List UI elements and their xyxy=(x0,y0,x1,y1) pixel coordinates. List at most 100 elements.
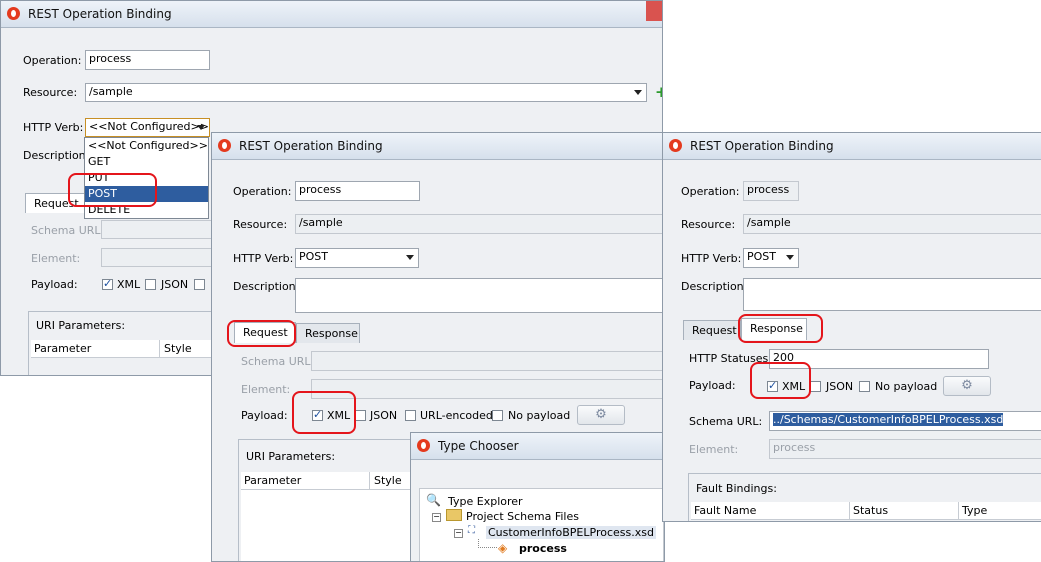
json-checkbox[interactable] xyxy=(145,279,156,290)
tab-request[interactable]: Request xyxy=(25,193,85,213)
json-label: JSON xyxy=(826,380,854,393)
no-payload-checkbox[interactable] xyxy=(492,410,503,421)
window-title: REST Operation Binding xyxy=(28,7,172,21)
tab-request-label: Request xyxy=(34,197,79,210)
http-statuses-label: HTTP Statuses: xyxy=(689,352,772,365)
fault-bindings-panel: Fault Bindings: Fault Name Status Type xyxy=(688,473,1041,521)
tab-request[interactable]: Request xyxy=(234,322,296,343)
option-get[interactable]: GET xyxy=(85,154,208,170)
option-delete[interactable]: DELETE xyxy=(85,202,208,218)
tree-root[interactable]: Type Explorer xyxy=(448,495,523,508)
http-verb-combo[interactable]: POST xyxy=(743,248,799,268)
xml-checkbox[interactable] xyxy=(102,277,113,290)
tree-file[interactable]: CustomerInfoBPELProcess.xsd xyxy=(486,526,656,539)
tree-element[interactable]: process xyxy=(519,542,567,555)
tab-request-label: Request xyxy=(692,324,737,337)
fault-bindings-label: Fault Bindings: xyxy=(696,482,777,495)
rest-binding-window-3: REST Operation Binding Operation: proces… xyxy=(662,132,1041,522)
gear-icon[interactable]: ⚙ xyxy=(577,405,625,425)
http-statuses-field[interactable]: 200 xyxy=(769,349,989,369)
schema-url-field[interactable]: ../Schemas/CustomerInfoBPELProcess.xsd xyxy=(769,411,1041,431)
http-verb-dropdown: <<Not Configured>> GET PUT POST DELETE xyxy=(84,137,209,219)
http-verb-value: <<Not Configured>> xyxy=(89,120,209,133)
tab-response-label: Response xyxy=(305,327,358,340)
schema-url-field xyxy=(101,220,221,239)
type-chooser-window: Type Chooser 🔍 Type Explorer − Project S… xyxy=(410,432,665,562)
col-status: Status xyxy=(853,504,889,517)
chevron-down-icon xyxy=(197,125,205,130)
app-icon xyxy=(417,439,430,452)
title-bar: REST Operation Binding xyxy=(1,1,662,28)
tab-response[interactable]: Response xyxy=(741,318,807,340)
folder-icon xyxy=(446,509,462,521)
payload-label: Payload: xyxy=(241,409,288,422)
url-encoded-checkbox[interactable] xyxy=(194,279,205,290)
url-encoded-checkbox[interactable] xyxy=(405,410,416,421)
schema-url-label: Schema URL: xyxy=(31,224,105,237)
uri-params-panel: URI Parameters: Parameter Style xyxy=(28,311,228,375)
title-bar: REST Operation Binding xyxy=(212,133,664,160)
description-label: Description: xyxy=(681,280,748,293)
description-label: Description: xyxy=(233,280,300,293)
schema-url-label: Schema URL: xyxy=(241,355,315,368)
col-parameter: Parameter xyxy=(34,342,92,355)
operation-label: Operation: xyxy=(681,185,740,198)
app-icon xyxy=(7,7,20,20)
close-icon[interactable] xyxy=(646,1,662,21)
xml-checkbox[interactable] xyxy=(312,408,323,421)
resource-combo[interactable]: /sample xyxy=(85,83,647,102)
xml-label: XML xyxy=(782,380,806,393)
window-title: REST Operation Binding xyxy=(239,139,383,153)
http-verb-value: POST xyxy=(747,250,776,263)
col-style: Style xyxy=(164,342,192,355)
tree-folder[interactable]: Project Schema Files xyxy=(466,510,579,523)
operation-label: Operation: xyxy=(23,54,82,67)
tab-request-label: Request xyxy=(243,326,288,339)
collapse-icon[interactable]: − xyxy=(432,513,441,522)
resource-field: /sample xyxy=(295,214,664,234)
json-label: JSON xyxy=(370,409,398,422)
title-bar: Type Chooser xyxy=(411,433,664,460)
tab-response-label: Response xyxy=(750,322,803,335)
resource-label: Resource: xyxy=(233,218,288,231)
description-field[interactable] xyxy=(295,278,664,313)
collapse-icon[interactable]: − xyxy=(454,529,463,538)
http-verb-label: HTTP Verb: xyxy=(681,252,742,265)
uri-params-label: URI Parameters: xyxy=(36,319,126,332)
chevron-down-icon xyxy=(634,90,642,95)
schema-url-value: ../Schemas/CustomerInfoBPELProcess.xsd xyxy=(773,413,1004,426)
no-payload-label: No payload xyxy=(875,380,938,393)
option-not-configured[interactable]: <<Not Configured>> xyxy=(85,138,208,154)
resource-label: Resource: xyxy=(23,86,78,99)
element-label: Element: xyxy=(31,252,81,265)
xml-label: XML xyxy=(117,278,141,291)
option-post[interactable]: POST xyxy=(85,186,208,202)
type-tree: 🔍 Type Explorer − Project Schema Files −… xyxy=(419,488,664,561)
schema-url-field xyxy=(311,351,664,371)
add-icon[interactable]: + xyxy=(655,83,662,101)
tab-request[interactable]: Request xyxy=(683,320,741,340)
window-title: Type Chooser xyxy=(438,439,519,453)
gear-icon[interactable]: ⚙ xyxy=(943,376,991,396)
chevron-down-icon xyxy=(786,255,794,260)
json-checkbox[interactable] xyxy=(810,381,821,392)
resource-label: Resource: xyxy=(681,218,736,231)
no-payload-checkbox[interactable] xyxy=(859,381,870,392)
col-parameter: Parameter xyxy=(244,474,302,487)
operation-field[interactable]: process xyxy=(85,50,210,70)
description-field[interactable] xyxy=(743,278,1041,311)
uri-params-label: URI Parameters: xyxy=(246,450,336,463)
tab-response[interactable]: Response xyxy=(296,323,360,343)
element-label: Element: xyxy=(689,443,739,456)
http-verb-combo[interactable]: POST xyxy=(295,248,419,268)
col-fault-name: Fault Name xyxy=(694,504,757,517)
col-style: Style xyxy=(374,474,402,487)
option-put[interactable]: PUT xyxy=(85,170,208,186)
operation-field[interactable]: process xyxy=(295,181,420,201)
http-verb-combo[interactable]: <<Not Configured>> xyxy=(85,118,210,137)
element-icon: ◈ xyxy=(498,541,508,555)
json-checkbox[interactable] xyxy=(355,410,366,421)
app-icon xyxy=(218,139,231,152)
operation-field: process xyxy=(743,181,799,201)
xml-checkbox[interactable] xyxy=(767,379,778,392)
